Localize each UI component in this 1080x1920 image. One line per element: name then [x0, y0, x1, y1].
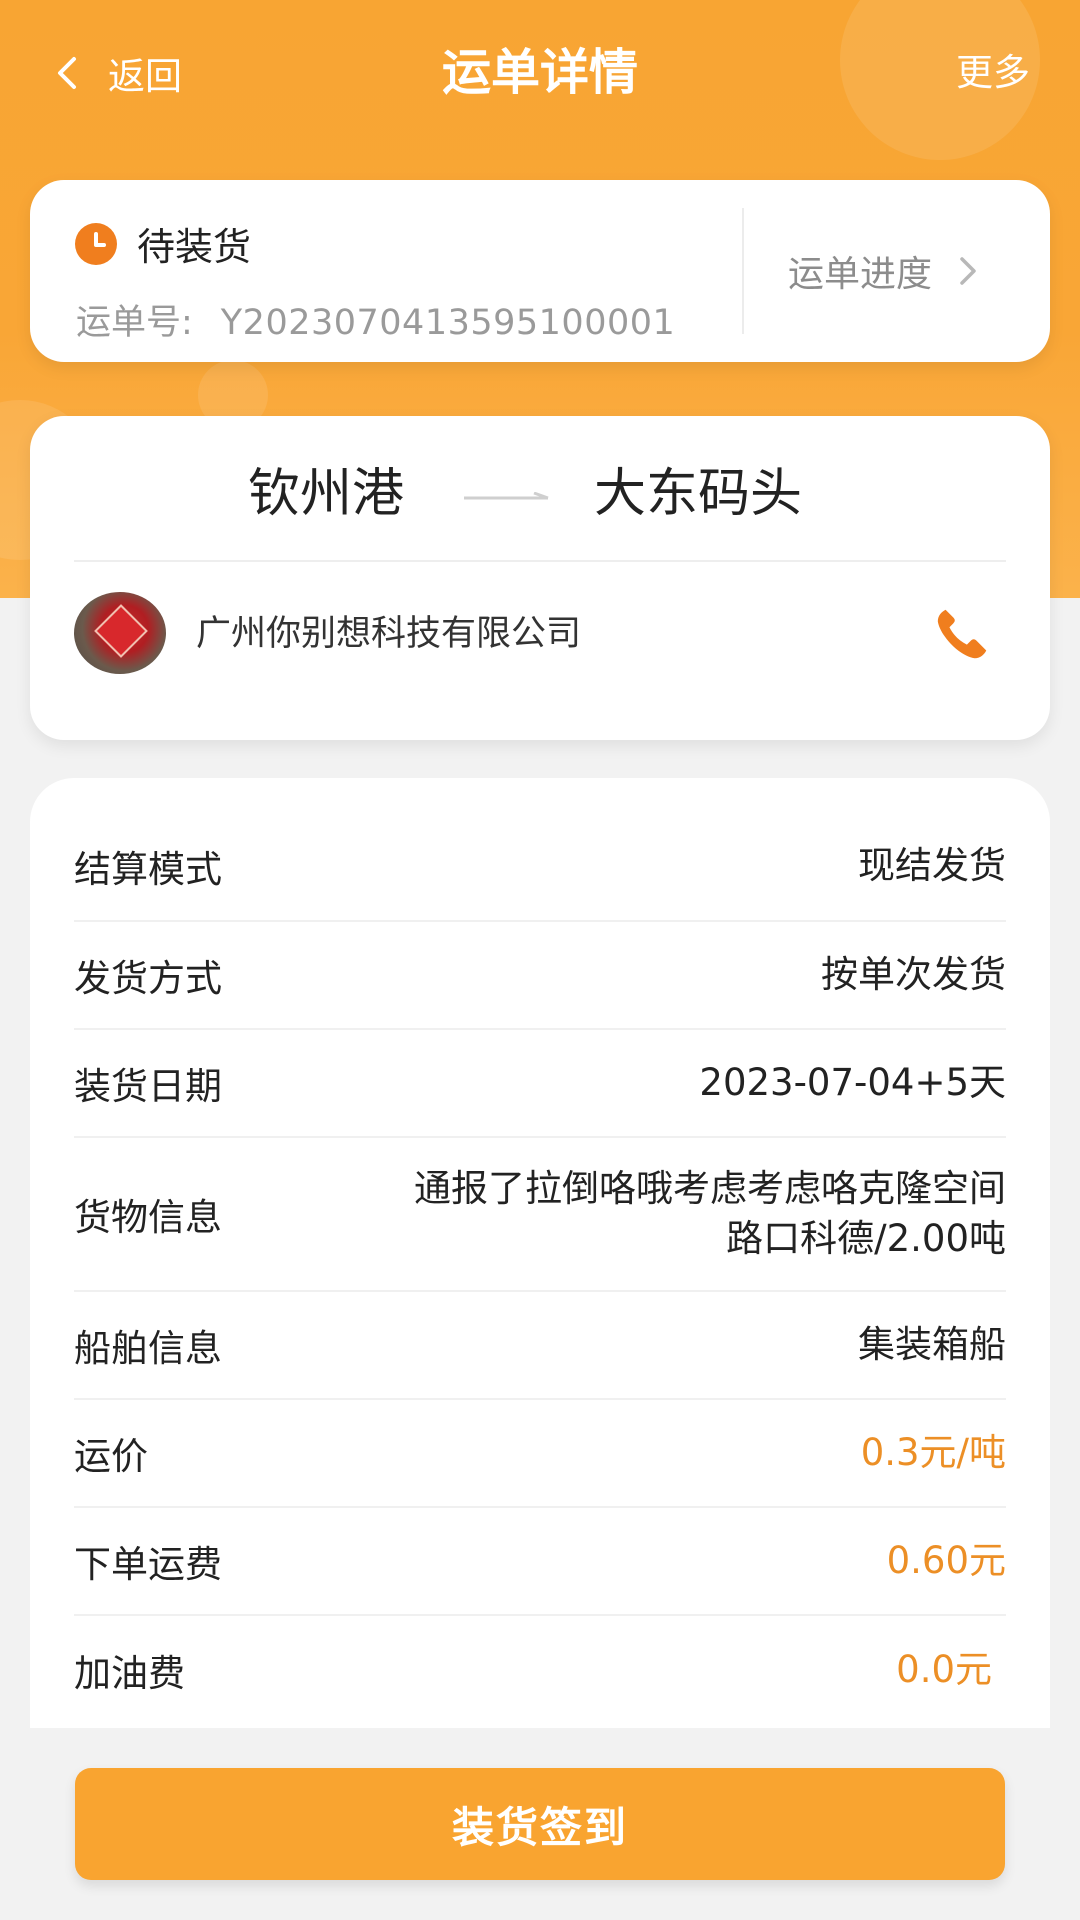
detail-row: 发货方式 按单次发货 — [74, 922, 1006, 1030]
detail-value: 0.0元 — [896, 1648, 992, 1691]
waybill-number: 运单号: Y2023070413595100001 — [76, 294, 675, 345]
detail-row: 下单运费 0.60元 — [74, 1508, 1006, 1616]
detail-row: 结算模式 现结发货 — [74, 812, 1006, 922]
status-badge: 待装货 — [137, 225, 252, 269]
phone-icon[interactable] — [932, 602, 994, 664]
chevron-right-icon — [960, 257, 976, 285]
nav-bar: 返回 运单详情 更多 — [0, 0, 1080, 150]
detail-value: 0.60元 — [886, 1539, 1006, 1582]
detail-row: 加油费 0.0元 — [74, 1616, 1006, 1724]
route-destination: 大东码头 — [594, 464, 803, 524]
waybill-progress-link[interactable]: 运单进度 — [788, 242, 980, 300]
detail-value: 按单次发货 — [821, 953, 1006, 996]
detail-label: 加油费 — [74, 1652, 185, 1695]
status-row: 待装货 — [75, 216, 251, 271]
detail-label: 货物信息 — [74, 1196, 222, 1239]
cargo-info-line: 路口科德/2.00吨 — [726, 1217, 1006, 1260]
detail-row: 装货日期 2023-07-04+5天 — [74, 1030, 1006, 1138]
detail-label: 船舶信息 — [74, 1327, 222, 1370]
arrow-right-icon — [464, 492, 549, 500]
route-card: 钦州港 大东码头 广州你别想科技有限公司 — [30, 416, 1050, 740]
loading-checkin-button[interactable]: 装货签到 — [75, 1768, 1005, 1880]
route: 钦州港 大东码头 — [30, 454, 1050, 534]
page-title: 运单详情 — [441, 44, 638, 101]
clock-icon — [75, 222, 117, 265]
more-button[interactable]: 更多 — [956, 44, 1030, 102]
detail-label: 结算模式 — [74, 848, 222, 891]
waybill-progress-label: 运单进度 — [788, 254, 933, 295]
detail-row: 运价 0.3元/吨 — [74, 1400, 1006, 1508]
detail-label: 运价 — [74, 1435, 148, 1478]
route-origin: 钦州港 — [248, 464, 405, 524]
waybill-value: Y2023070413595100001 — [220, 303, 676, 343]
status-card: 待装货 运单号: Y2023070413595100001 运单进度 — [30, 180, 1050, 362]
detail-value: 通报了拉倒咯哦考虑考虑咯克隆空间 路口科德/2.00吨 — [334, 1164, 1006, 1264]
detail-value: 集装箱船 — [858, 1323, 1006, 1366]
detail-row: 货物信息 通报了拉倒咯哦考虑考虑咯克隆空间 路口科德/2.00吨 — [74, 1138, 1006, 1292]
waybill-label: 运单号: — [76, 303, 193, 343]
detail-value: 2023-07-04+5天 — [699, 1061, 1006, 1104]
company-name: 广州你别想科技有限公司 — [196, 614, 582, 654]
detail-value: 现结发货 — [858, 844, 1006, 887]
divider — [742, 208, 744, 334]
divider — [74, 560, 1006, 562]
detail-label: 发货方式 — [74, 957, 222, 1000]
company-avatar — [74, 592, 166, 674]
detail-row: 船舶信息 集装箱船 — [74, 1292, 1006, 1400]
cargo-info-line: 通报了拉倒咯哦考虑考虑咯克隆空间 — [414, 1167, 1006, 1210]
detail-label: 下单运费 — [74, 1543, 222, 1586]
detail-value: 0.3元/吨 — [860, 1431, 1006, 1474]
details-card: 结算模式 现结发货 发货方式 按单次发货 装货日期 2023-07-04+5天 … — [30, 778, 1050, 1728]
detail-label: 装货日期 — [74, 1065, 222, 1108]
